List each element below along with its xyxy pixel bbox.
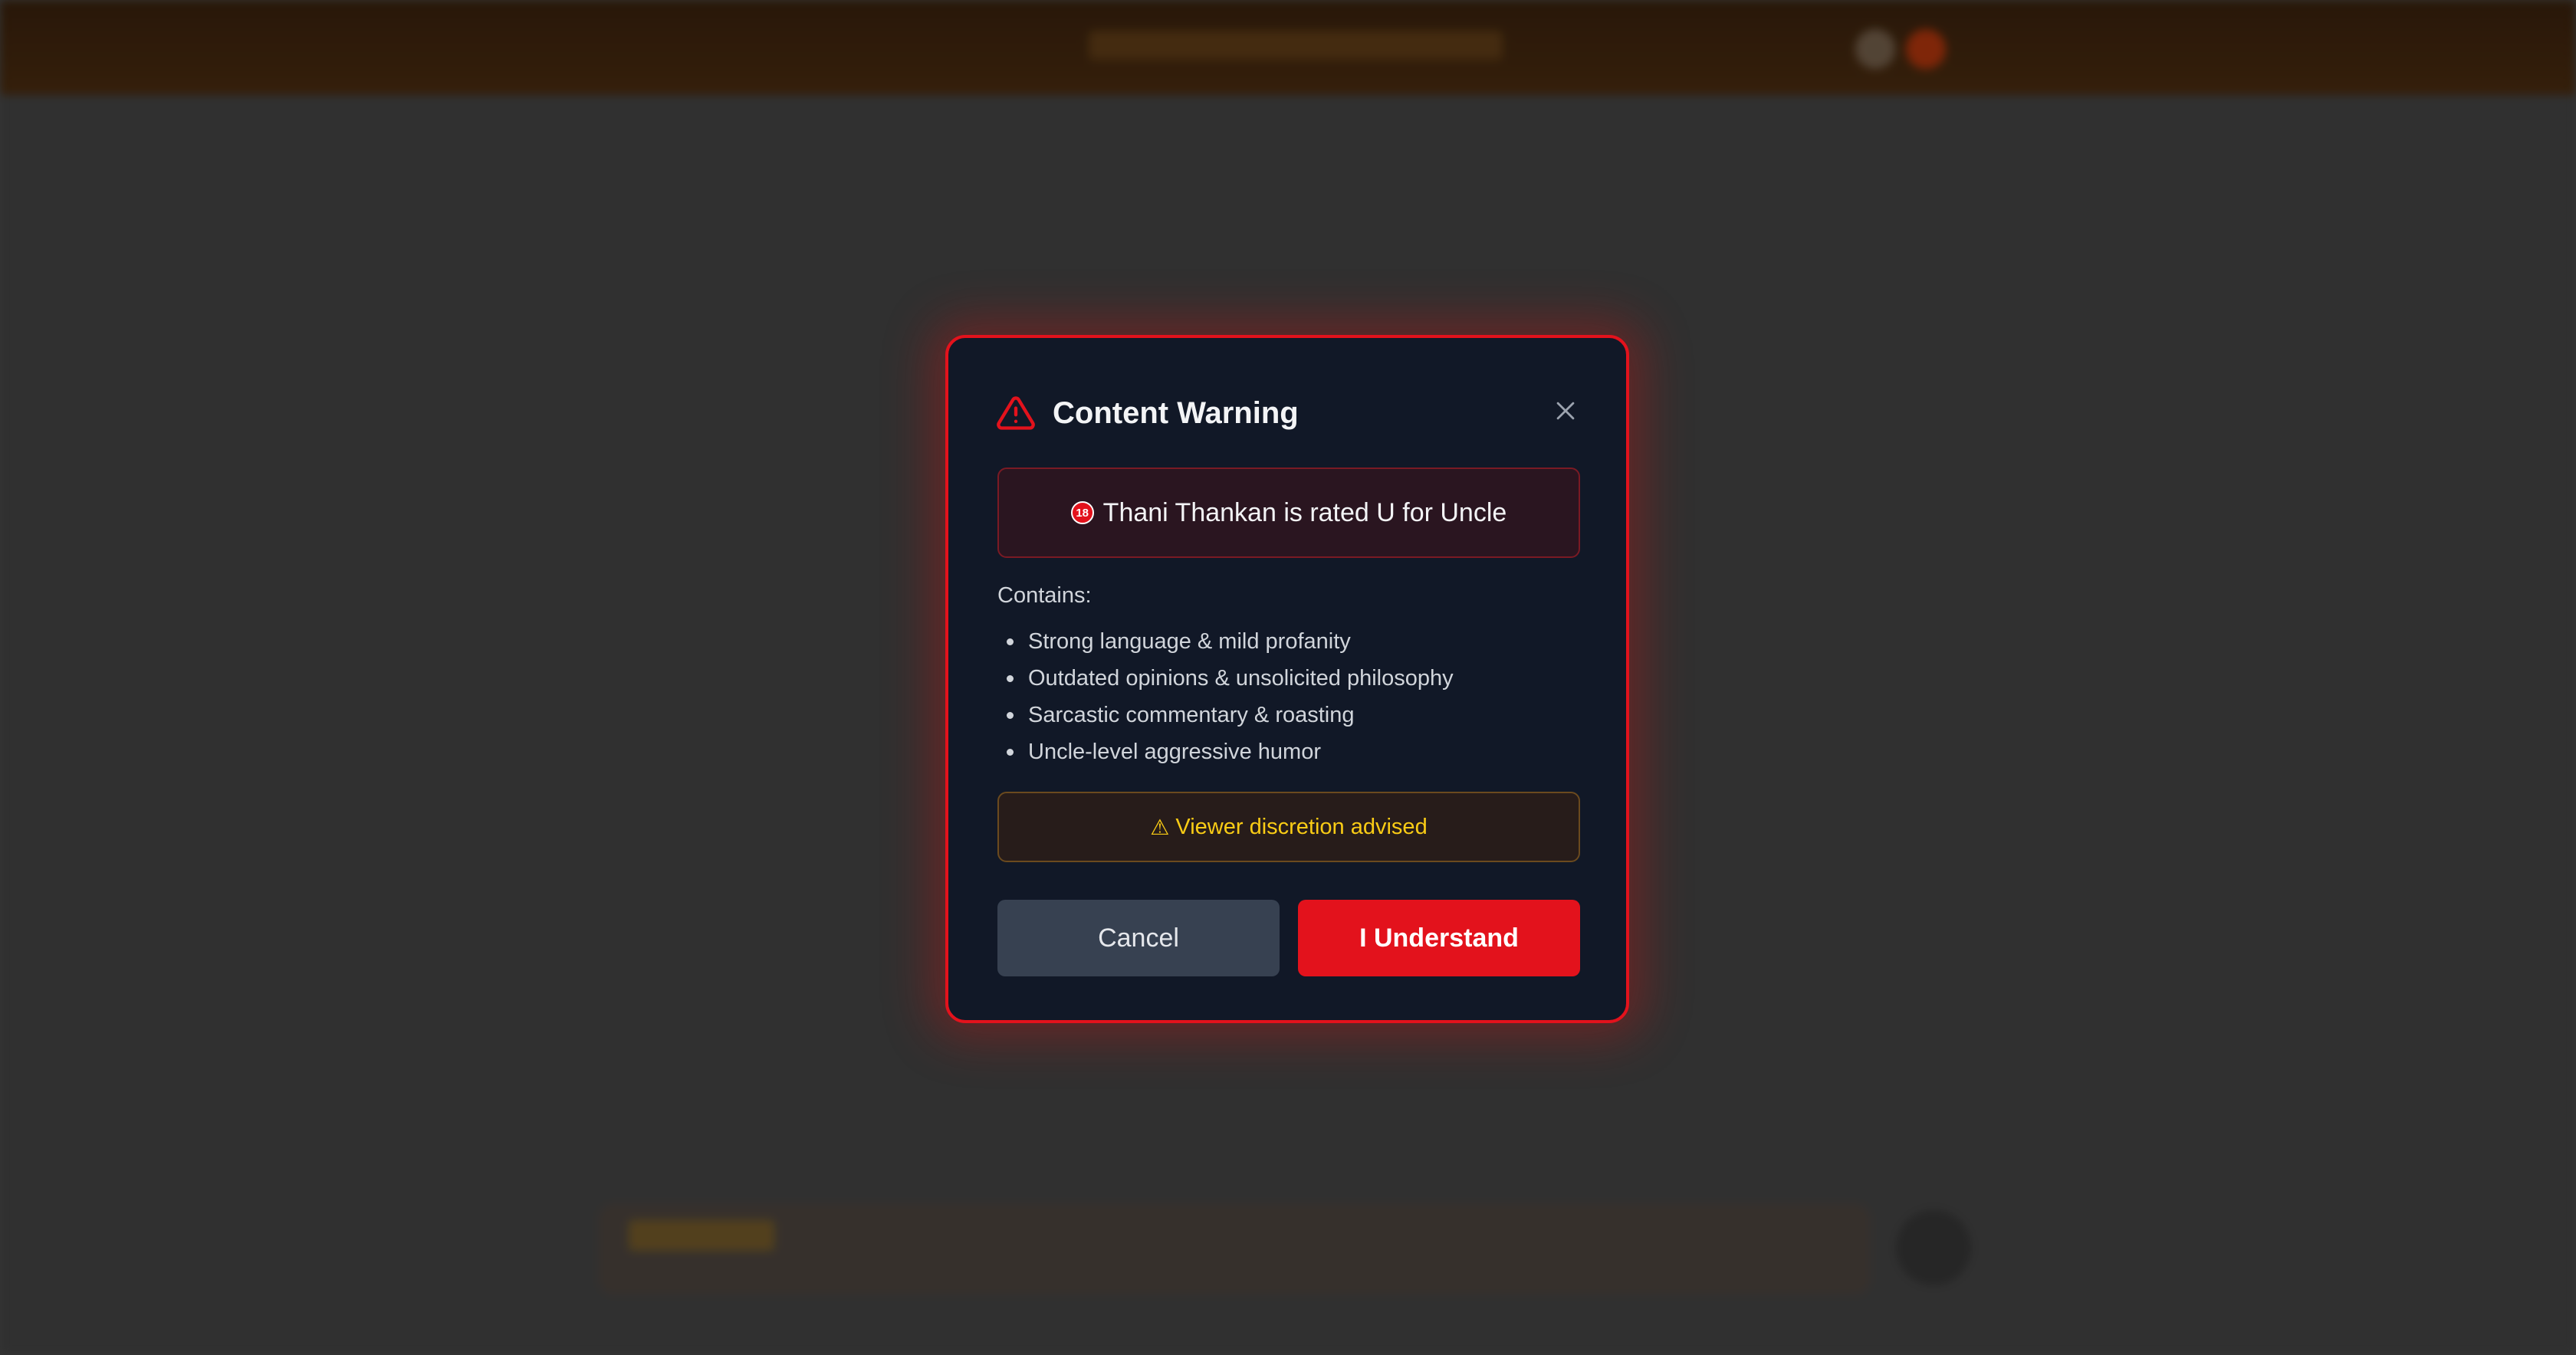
- bullet-icon: [1007, 638, 1014, 645]
- list-item-text: Strong language & mild profanity: [1028, 629, 1351, 654]
- contains-label: Contains:: [997, 583, 1092, 608]
- dialog-title: Content Warning: [1053, 395, 1299, 430]
- list-item-text: Uncle-level aggressive humor: [1028, 740, 1321, 764]
- list-item: Strong language & mild profanity: [997, 623, 1454, 660]
- bullet-icon: [1007, 712, 1014, 719]
- discretion-notice: ⚠ Viewer discretion advised: [997, 792, 1580, 862]
- list-item-text: Sarcastic commentary & roasting: [1028, 703, 1355, 727]
- bullet-icon: [1007, 749, 1014, 756]
- close-button[interactable]: [1546, 392, 1585, 430]
- rating-text: Thani Thankan is rated U for Uncle: [1102, 497, 1507, 527]
- warning-triangle-icon: [996, 393, 1036, 433]
- cancel-button[interactable]: Cancel: [997, 900, 1280, 976]
- contains-list: Strong language & mild profanity Outdate…: [997, 623, 1454, 770]
- close-icon: [1556, 402, 1575, 420]
- dialog-header: Content Warning: [996, 389, 1579, 438]
- list-item-text: Outdated opinions & unsolicited philosop…: [1028, 666, 1454, 691]
- rating-banner: 18 Thani Thankan is rated U for Uncle: [997, 468, 1580, 558]
- discretion-text: Viewer discretion advised: [1175, 814, 1428, 839]
- list-item: Uncle-level aggressive humor: [997, 733, 1454, 770]
- list-item: Outdated opinions & unsolicited philosop…: [997, 660, 1454, 697]
- list-item: Sarcastic commentary & roasting: [997, 697, 1454, 733]
- i-understand-button[interactable]: I Understand: [1298, 900, 1580, 976]
- no-under-18-icon: 18: [1070, 501, 1094, 524]
- content-warning-dialog: Content Warning 18 Thani Thankan is rate…: [945, 335, 1629, 1023]
- warning-icon: ⚠: [1150, 815, 1170, 839]
- bullet-icon: [1007, 675, 1014, 682]
